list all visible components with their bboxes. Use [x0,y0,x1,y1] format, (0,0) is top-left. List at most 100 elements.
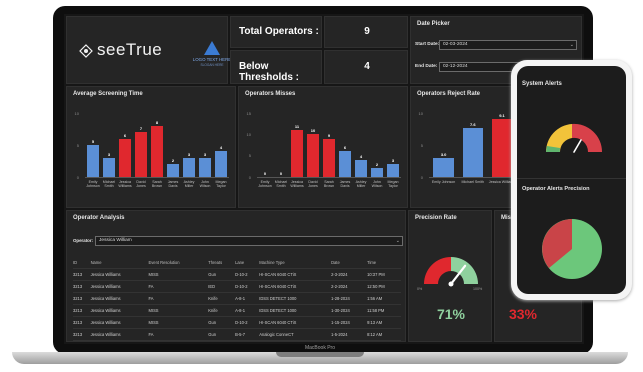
total-operators-value: 9 [364,26,370,37]
table-cell: 3213 [73,292,91,305]
bar-value-label: 3 [107,151,111,157]
table-cell: Analogic ConneCT [259,328,332,341]
column-header[interactable]: Date [331,257,368,269]
table-cell: 1-28-2024 [331,292,368,305]
x-tick-label: Emily Johnson [431,180,456,184]
column-header[interactable]: Threats [208,257,236,269]
table-row[interactable]: 3213 Jessica Williams MISS Gun D-10-2 HI-SCAN… [73,316,401,329]
bar[interactable] [371,168,383,177]
bar-value-label: 8 [155,119,159,125]
phone-divider [517,178,626,179]
x-tick-label: Megan Taylor [387,180,399,189]
bar[interactable] [462,128,484,177]
x-axis-line [85,177,229,178]
start-date-value: 02-03-2024 [443,42,468,47]
column-header[interactable]: ID [73,257,91,269]
table-cell: 1-15-2024 [331,316,368,329]
y-tick-label: 5 [420,142,423,148]
table-cell: MISS [148,316,209,329]
column-header[interactable]: Name [90,257,149,269]
precision-rate-panel: Precision Rate 0% 100% 71% [408,210,492,342]
table-cell: 3213 [73,328,91,341]
gauge-hub [448,281,454,287]
y-tick-label: 0 [248,174,251,180]
table-row[interactable]: 3213 Jessica Williams MISS Gun D-10-2 HI-SCAN… [73,268,401,281]
bar-value-label: 2 [171,158,175,164]
column-header[interactable]: Time [367,257,401,269]
table-cell: 3213 [73,268,91,281]
badge-slogan: SLOGAN HERE [200,63,224,67]
total-operators-label: Total Operators : [239,26,319,37]
operator-select[interactable]: Jessica William ⌄ [95,236,403,246]
table-row[interactable]: 3213 Jessica Williams FA Gun B-5-7 Analogic C… [73,328,401,341]
avg-screening-time-panel: Average Screening Time 0 5 10 5 Emily Johnso… [66,86,236,208]
brand-logo-text: seeTrue [97,40,163,59]
table-cell: A-8-1 [235,292,260,305]
x-tick-label: Jessica Williams [118,180,132,189]
column-header[interactable]: Machine Type [259,257,332,269]
start-date-label: Start Date: [415,42,440,47]
y-tick-label: 0 [76,174,79,180]
table-cell: MISS [148,304,209,317]
table-row[interactable]: 3213 Jessica Williams FA IED D-10-2 HI-SCAN 6… [73,280,401,293]
bar[interactable] [167,164,179,177]
x-tick-label: Michael Smith [274,180,288,189]
below-thresholds-value: 4 [364,61,370,72]
table-cell: Jessica Williams [90,304,149,317]
bar[interactable] [323,138,335,177]
table-cell: 3213 [73,280,91,293]
logo-panel: seeTrue LOGO TEXT HERE SLOGAN HERE [66,16,231,84]
table-row[interactable]: 3213 Jessica Williams MISS Knife A-8-1 IDSS D… [73,304,401,317]
bar[interactable] [307,134,319,177]
bar[interactable] [387,164,399,177]
x-tick-label: Emily Johnson [86,180,100,189]
dashboard-screen: seeTrue LOGO TEXT HERE SLOGAN HERE Total… [64,14,584,344]
x-tick-label: James Davis [339,180,351,189]
table-cell: D-10-2 [235,316,260,329]
gauge-needle [573,139,582,153]
table-cell: Jessica Williams [90,268,149,281]
table-cell: 2-2-2024 [331,280,368,293]
column-header[interactable]: Event Resolution [148,257,209,269]
table-cell: FA [148,328,209,341]
bar[interactable] [87,145,99,177]
bar[interactable] [339,151,351,177]
bar[interactable] [355,159,367,177]
table-cell: FA [148,280,209,293]
system-alerts-title: System Alerts [522,81,562,87]
table-cell: IED [208,280,236,293]
x-axis-line [257,177,401,178]
badge-title: LOGO TEXT HERE [192,57,232,62]
bar[interactable] [433,157,454,177]
bar[interactable] [291,130,303,177]
table-row[interactable]: 3213 Jessica Williams FA Knife A-8-1 IDSS DET… [73,292,401,305]
bar[interactable] [215,151,227,177]
table-cell: IDSS DETECT 1000 [259,292,332,305]
x-tick-label: Michael Smith [461,180,485,184]
total-operators-value-panel: 9 [324,16,408,48]
bar[interactable] [119,138,131,177]
chart-title: Operators Misses [245,91,296,97]
bar-value-label: 6 [343,145,347,151]
table-cell: HI-SCAN 6040 CTiX [259,280,332,293]
table-cell: Knife [208,292,236,305]
bar[interactable] [199,157,211,177]
table-cell: HI-SCAN 6040 CTiX [259,316,332,329]
bar[interactable] [103,157,115,177]
bar[interactable] [151,125,163,177]
laptop-notch [276,352,364,357]
column-header[interactable]: Lane [235,257,260,269]
gauge-red-arc [424,257,451,284]
operator-label: Operator: [73,238,94,243]
bar-value-label: 3.0 [440,151,447,157]
chevron-down-icon[interactable]: ⌄ [570,41,574,49]
start-date-input[interactable]: 02-03-2024 ⌄ [439,40,577,50]
chevron-down-icon[interactable]: ⌄ [396,237,400,245]
y-tick-label: 15 [246,110,251,116]
bar[interactable] [135,132,147,177]
bar[interactable] [491,118,513,177]
table-cell: Jessica Williams [90,292,149,305]
bar-value-label: 7 [139,126,143,132]
bar[interactable] [183,157,195,177]
badge-logo-icon [204,41,220,55]
